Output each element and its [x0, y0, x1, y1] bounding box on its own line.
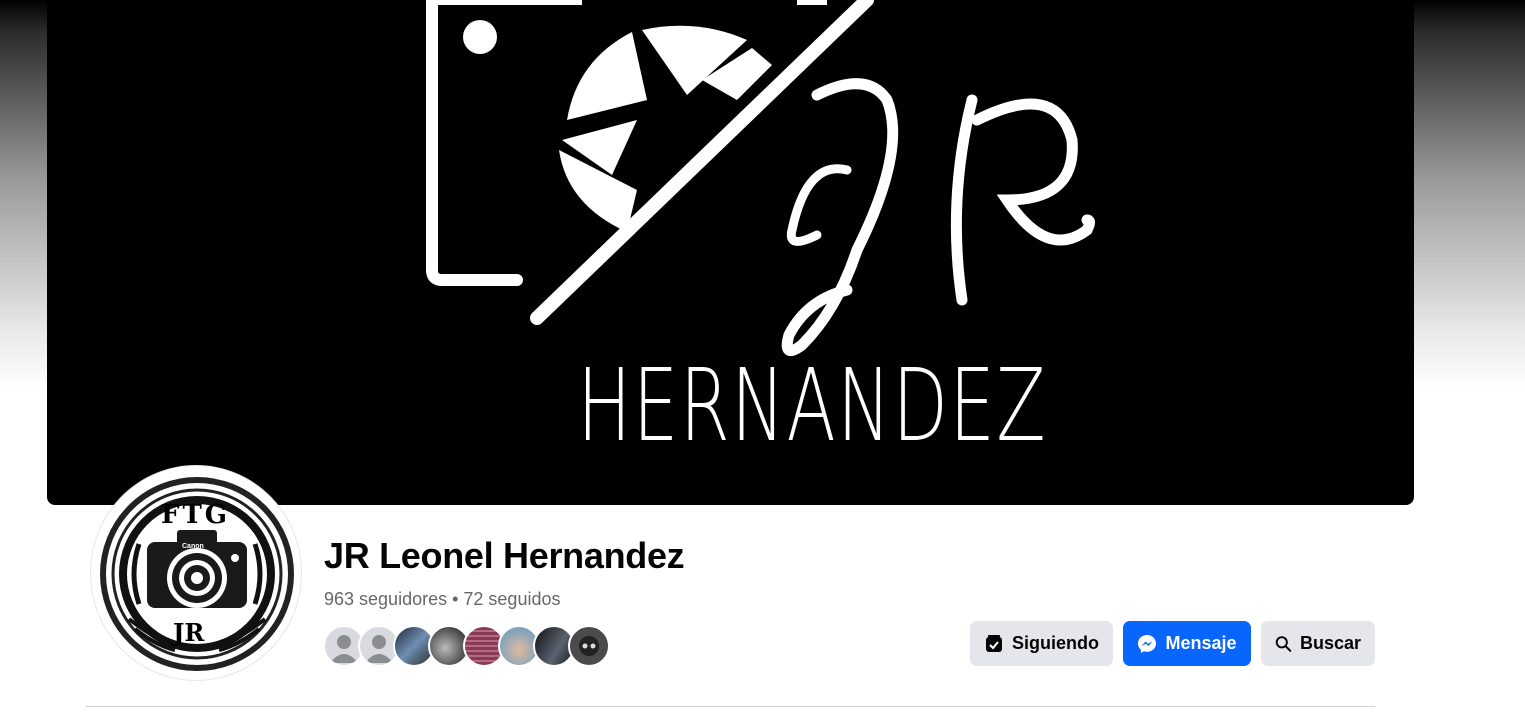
search-icon: [1275, 635, 1292, 652]
avatar-camera-brand: Canon: [182, 543, 204, 550]
cover-photo[interactable]: HERNANDEZ: [47, 0, 1414, 505]
profile-name: JR Leonel Hernandez: [324, 535, 685, 576]
following-button-label: Siguiendo: [1012, 633, 1099, 653]
avatar-top-text: FTG: [161, 500, 231, 530]
message-button[interactable]: Mensaje: [1123, 621, 1251, 666]
following-button[interactable]: Siguiendo: [970, 621, 1113, 666]
masked-user-icon: [579, 636, 599, 656]
search-button-label: Buscar: [1299, 633, 1361, 653]
profile-avatar[interactable]: FTG JR Canon: [90, 465, 302, 681]
follower-stats[interactable]: 963 seguidores • 72 seguidos: [324, 589, 560, 610]
avatar-bottom-text: JR: [173, 618, 205, 647]
message-button-label: Mensaje: [1165, 633, 1237, 653]
cover-wordmark: HERNANDEZ: [577, 347, 1048, 464]
messenger-icon: [1138, 634, 1157, 653]
following-check-icon: [986, 634, 1002, 652]
friend-avatar[interactable]: [568, 625, 610, 667]
search-button[interactable]: Buscar: [1261, 621, 1375, 666]
profile-header-divider: [86, 706, 1375, 707]
